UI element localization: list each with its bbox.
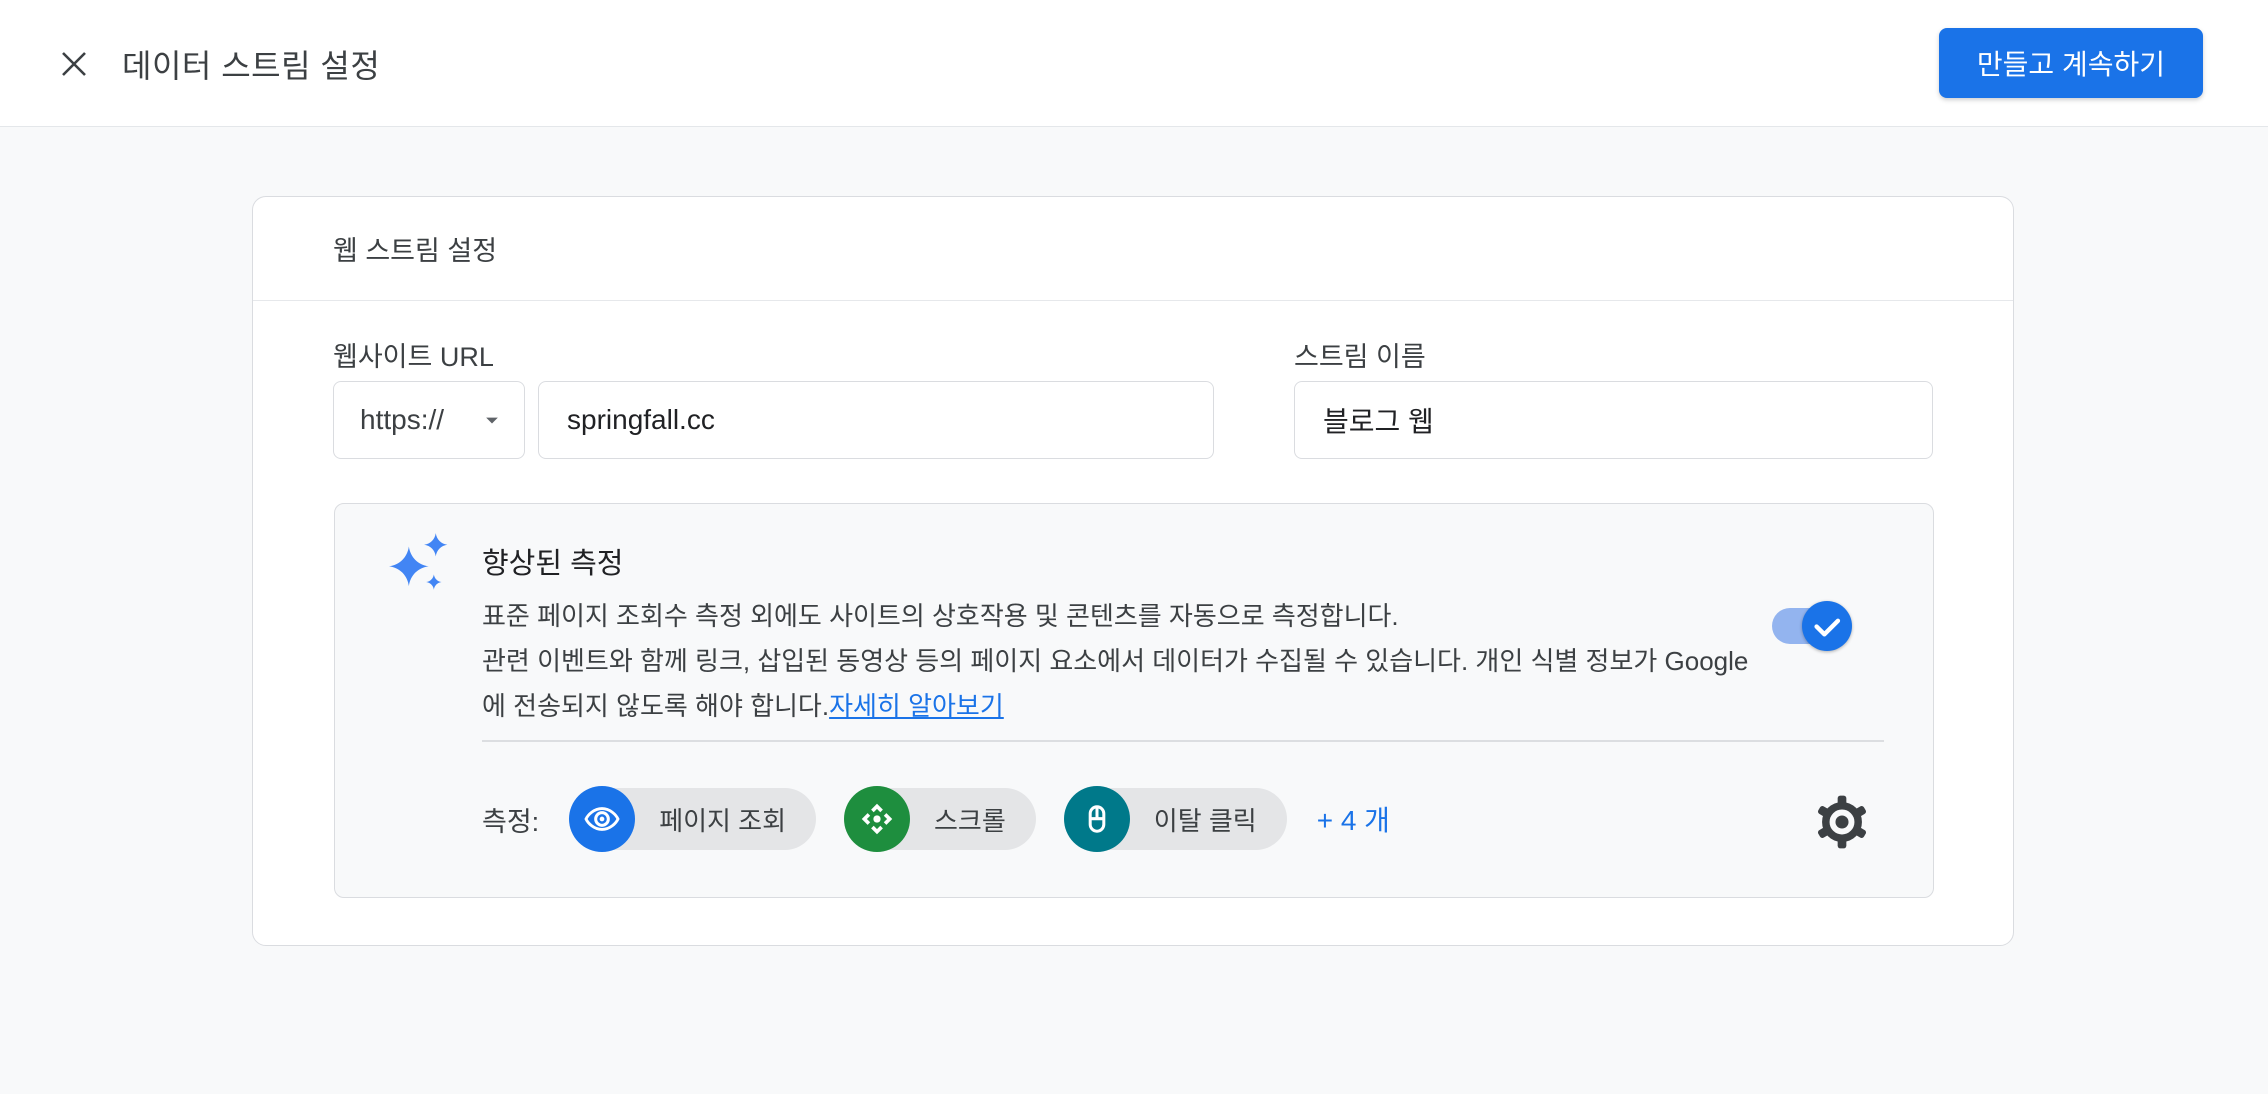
gear-icon [1813,793,1871,851]
protocol-value: https:// [360,404,444,436]
section-title: 웹 스트림 설정 [253,197,2013,301]
eye-icon [583,800,621,838]
learn-more-link[interactable]: 자세히 알아보기 [829,691,1004,721]
enhanced-measurement-toggle[interactable] [1772,608,1846,644]
chip-circle [569,786,635,852]
more-measurements-link[interactable]: + 4 개 [1317,799,1390,839]
dropdown-arrow-icon [478,406,506,434]
description-line-1: 표준 페이지 조회수 측정 외에도 사이트의 상호작용 및 콘텐츠를 자동으로 … [482,594,1752,639]
header: 데이터 스트림 설정 만들고 계속하기 [0,0,2268,127]
chip-circle [1064,786,1130,852]
chip-label: 페이지 조회 [659,801,786,838]
measurement-settings-button[interactable] [1812,792,1872,852]
chip-circle [844,786,910,852]
measure-label: 측정: [482,800,539,839]
toggle-thumb [1802,601,1852,651]
chip-outbound-clicks: 이탈 클릭 [1066,788,1287,850]
description-line-2: 관련 이벤트와 함께 링크, 삽입된 동영상 등의 페이지 요소에서 데이터가 … [482,639,1752,729]
website-url-input[interactable] [538,381,1214,459]
close-icon [56,46,92,82]
chip-scrolls: 스크롤 [846,788,1036,850]
close-button[interactable] [54,44,94,84]
page-body: 웹 스트림 설정 웹사이트 URL 스트림 이름 https:// [0,127,2268,1094]
stream-name-label: 스트림 이름 [1294,335,1426,374]
divider [482,740,1884,742]
measurement-row: 측정: 페이지 조회 [482,786,1390,852]
sparkle-icon [387,530,453,596]
data-stream-setup-page: 데이터 스트림 설정 만들고 계속하기 웹 스트림 설정 웹사이트 URL 스트… [0,0,2268,1094]
enhanced-measurement-description: 표준 페이지 조회수 측정 외에도 사이트의 상호작용 및 콘텐츠를 자동으로 … [482,594,1752,729]
enhanced-measurement-title: 향상된 측정 [482,540,623,582]
chip-label: 스크롤 [934,801,1006,838]
check-icon [1802,601,1852,651]
protocol-select[interactable]: https:// [333,381,525,459]
stream-name-input[interactable] [1294,381,1933,459]
chip-label: 이탈 클릭 [1154,801,1257,838]
web-stream-card: 웹 스트림 설정 웹사이트 URL 스트림 이름 https:// [252,196,2014,946]
chip-page-views: 페이지 조회 [571,788,816,850]
enhanced-measurement-panel: 향상된 측정 표준 페이지 조회수 측정 외에도 사이트의 상호작용 및 콘텐츠… [334,503,1934,898]
mouse-icon [1078,800,1116,838]
page-title: 데이터 스트림 설정 [122,0,380,127]
create-and-continue-button[interactable]: 만들고 계속하기 [1939,28,2203,98]
website-url-label: 웹사이트 URL [333,335,494,374]
scroll-icon [858,800,896,838]
